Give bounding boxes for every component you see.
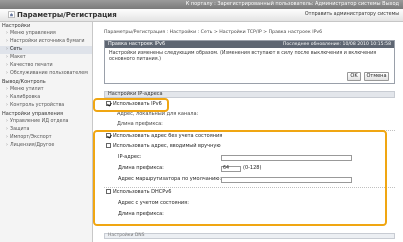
sidebar-item-paper-source[interactable]: Настройки источника бумаги: [0, 38, 92, 46]
link-local-label: Адрес, локальный для канала:: [117, 111, 199, 117]
app-title-text: Параметры/Регистрация: [17, 11, 117, 19]
sidebar-item-user-maintenance[interactable]: Обслуживание пользователем: [0, 70, 92, 78]
app-header: Параметры/Регистрация Отправить админист…: [0, 9, 403, 22]
sidebar-item-layout[interactable]: Макет: [0, 54, 92, 62]
cancel-button[interactable]: Отмена: [364, 72, 389, 81]
sidebar-item-print-quality[interactable]: Качество печати: [0, 62, 92, 70]
sidebar-item-utility-menu[interactable]: Меню утилит: [0, 86, 92, 94]
prefix-length-label-1: Длина префикса:: [117, 121, 163, 127]
sidebar-item-security[interactable]: Защита: [0, 126, 92, 134]
section-header-dns: Настройки DNS: [104, 233, 395, 239]
panel-header: Правка настроек IPv6 Последнее обновлени…: [105, 41, 394, 48]
sidebar: Настройки Меню управления Настройки исто…: [0, 22, 93, 242]
sidebar-item-license[interactable]: Лицензия/Другое: [0, 142, 92, 150]
sidebar-item-department-id[interactable]: Управление ИД отдела: [0, 118, 92, 126]
highlight-box-ipv6: [93, 98, 169, 112]
sidebar-item-import-export[interactable]: Импорт/Экспорт: [0, 134, 92, 142]
section-header-ip: Настройки IP-адреса: [104, 91, 395, 98]
panel-title: Правка настроек IPv6: [108, 41, 166, 47]
highlight-box-address-options: [93, 130, 387, 226]
sidebar-section-settings: Настройки: [2, 23, 31, 29]
panel-date: Последнее обновление: 10/08 2010 10:15:5…: [282, 42, 391, 47]
settings-icon: [8, 11, 15, 18]
sidebar-item-network[interactable]: Сеть: [0, 46, 92, 54]
sidebar-item-control-menu[interactable]: Меню управления: [0, 30, 92, 38]
mail-admin-link[interactable]: Отправить администратору системы: [305, 12, 399, 17]
sidebar-section-management: Настройки управления: [2, 111, 64, 117]
sidebar-item-device-control[interactable]: Контроль устройства: [0, 102, 92, 110]
sidebar-section-output: Вывод/Контроль: [2, 79, 46, 85]
login-info[interactable]: К порталу : Зарегистрированный пользоват…: [186, 1, 399, 7]
sidebar-item-calibration[interactable]: Калибровка: [0, 94, 92, 102]
ok-button[interactable]: OK: [347, 72, 361, 81]
panel-message: Настройки изменены следующим образом. (И…: [109, 51, 377, 62]
top-status-bar: К порталу : Зарегистрированный пользоват…: [0, 0, 403, 9]
app-title: Параметры/Регистрация: [8, 11, 117, 20]
breadcrumb: Параметры/Регистрация : Настройки : Сеть…: [104, 30, 323, 35]
